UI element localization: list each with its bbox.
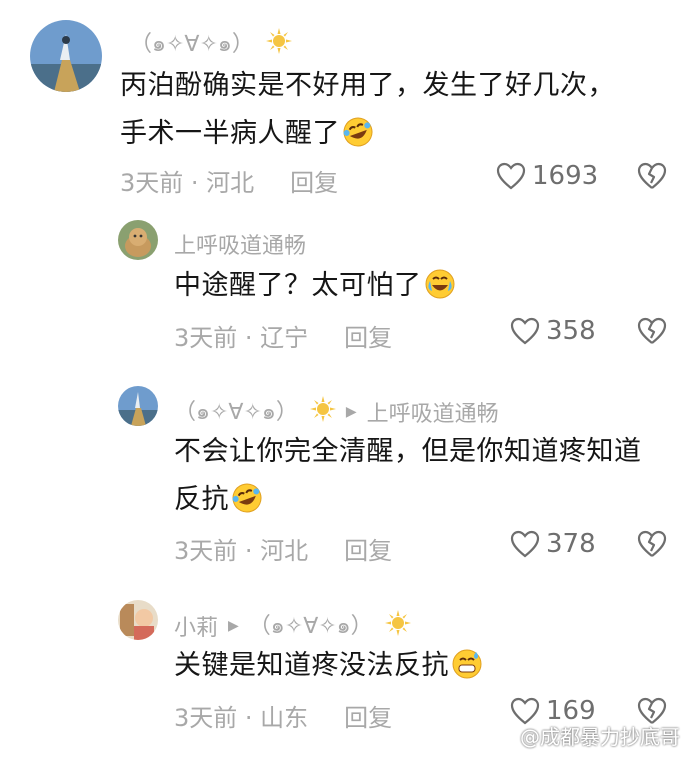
comment-text-line: 不会让你完全清醒，但是你知道疼知道 <box>174 436 642 467</box>
username[interactable]: 小莉 ▶ （๑✧∀✧๑） <box>174 608 411 643</box>
avatar[interactable] <box>118 386 158 426</box>
like-button[interactable]: 358 <box>510 316 596 346</box>
avatar-image <box>118 220 158 260</box>
reply-to-username[interactable]: （๑✧∀✧๑） <box>249 608 373 643</box>
avatar-image <box>118 386 158 426</box>
like-count: 358 <box>546 316 596 346</box>
like-count: 378 <box>546 529 596 559</box>
avatar[interactable] <box>30 20 102 92</box>
username-text[interactable]: （๑✧∀✧๑） <box>174 394 298 429</box>
username-text[interactable]: （๑✧∀✧๑） <box>130 26 254 61</box>
comment-text-line: 手术一半病人醒了 <box>120 110 680 164</box>
comment-text: 关键是知道疼没法反抗 <box>174 642 674 696</box>
username[interactable]: （๑✧∀✧๑） <box>130 26 292 61</box>
like-button[interactable]: 378 <box>510 529 596 559</box>
username-text[interactable]: 小莉 <box>174 610 218 642</box>
comment-text: 不会让你完全清醒，但是你知道疼知道 反抗 <box>174 428 674 530</box>
comment-meta: 3天前 · 山东 回复 <box>174 698 392 733</box>
comment-meta: 3天前 · 河北 回复 <box>120 163 338 198</box>
reply-arrow-icon: ▶ <box>345 403 357 420</box>
comment-text: 中途醒了？太可怕了 <box>174 262 674 316</box>
like-button[interactable]: 1693 <box>496 161 598 191</box>
reply-button[interactable]: 回复 <box>290 169 338 197</box>
dislike-button[interactable] <box>637 530 667 562</box>
watermark: @成都暴力抄底哥 <box>520 721 680 750</box>
avatar-image <box>118 600 158 640</box>
crying-laughing-emoji-icon <box>424 268 456 316</box>
rofl-emoji-icon <box>231 482 263 530</box>
reply-button[interactable]: 回复 <box>344 704 392 732</box>
watermark-text: @成都暴力抄底哥 <box>520 725 680 749</box>
rofl-emoji-icon <box>342 116 374 164</box>
like-count: 1693 <box>532 161 599 191</box>
dislike-button[interactable] <box>637 162 667 194</box>
reply-button[interactable]: 回复 <box>344 324 392 352</box>
comment-text: 丙泊酚确实是不好用了，发生了好几次， 手术一半病人醒了 <box>120 62 680 164</box>
time-location: 3天前 · 河北 <box>174 537 309 565</box>
reply-arrow-icon: ▶ <box>228 617 239 634</box>
comment-text-line: 关键是知道疼没法反抗 <box>174 642 674 696</box>
comment-meta: 3天前 · 河北 回复 <box>174 531 392 566</box>
username[interactable]: （๑✧∀✧๑） ▶ 上呼吸道通畅 <box>174 394 499 429</box>
sun-badge-icon <box>309 395 336 428</box>
comment-text-line: 中途醒了？太可怕了 <box>174 262 674 316</box>
heart-icon <box>496 162 526 190</box>
comment-meta: 3天前 · 辽宁 回复 <box>174 318 392 353</box>
comment-text-line: 反抗 <box>174 476 674 530</box>
reply-to-username[interactable]: 上呼吸道通畅 <box>367 396 499 428</box>
heart-icon <box>510 530 540 558</box>
broken-heart-icon <box>637 530 667 557</box>
time-location: 3天前 · 河北 <box>120 169 255 197</box>
sun-badge-icon <box>265 27 292 60</box>
broken-heart-icon <box>637 162 667 189</box>
grinning-sweat-emoji-icon <box>451 648 483 696</box>
reply-button[interactable]: 回复 <box>344 537 392 565</box>
time-location: 3天前 · 辽宁 <box>174 324 309 352</box>
username-text[interactable]: 上呼吸道通畅 <box>174 228 306 260</box>
time-location: 3天前 · 山东 <box>174 704 309 732</box>
sun-badge-icon <box>384 609 411 642</box>
avatar[interactable] <box>118 220 158 260</box>
broken-heart-icon <box>637 317 667 344</box>
heart-icon <box>510 317 540 345</box>
comment-text-line: 丙泊酚确实是不好用了，发生了好几次， <box>120 70 615 101</box>
avatar[interactable] <box>118 600 158 640</box>
username[interactable]: 上呼吸道通畅 <box>174 228 306 260</box>
dislike-button[interactable] <box>637 317 667 349</box>
avatar-image <box>30 20 102 92</box>
